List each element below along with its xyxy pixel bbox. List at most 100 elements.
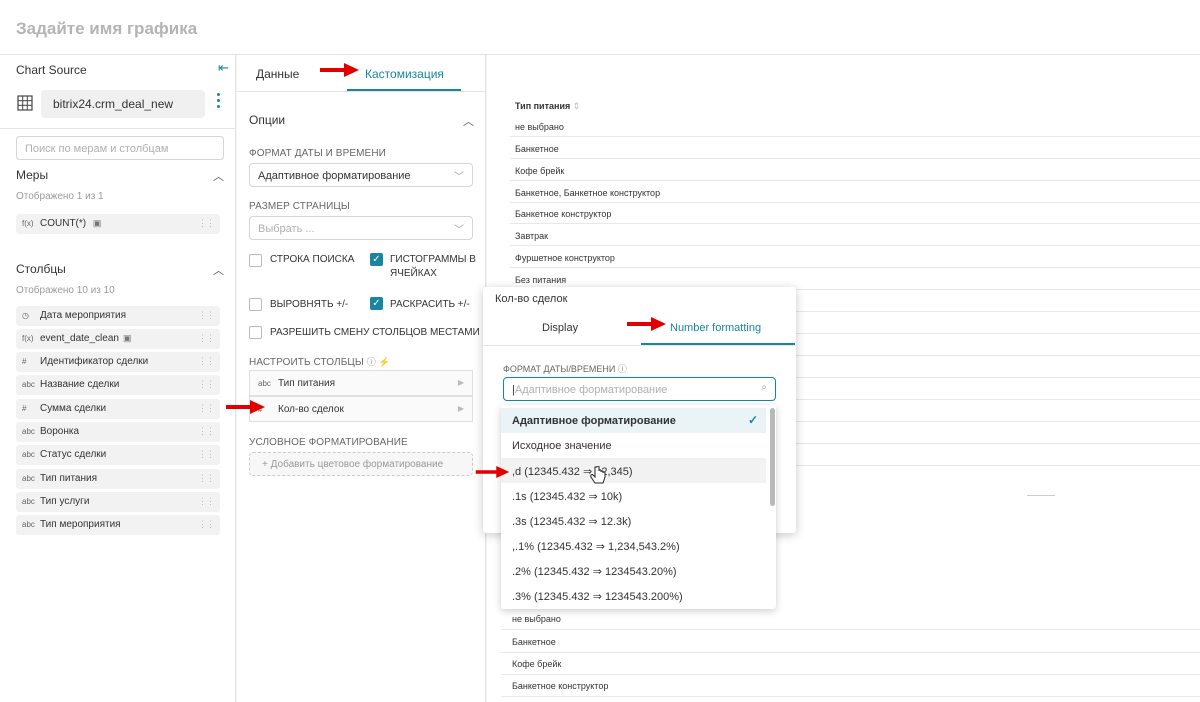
column-header[interactable]: Тип питания ⇕ (515, 101, 580, 112)
format-option[interactable]: ,.1% (12345.432 ⇒ 1,234,543.2%) (501, 533, 766, 558)
search-row-checkbox[interactable] (249, 254, 262, 267)
column-config-item[interactable]: abc Тип питания ▶ (249, 370, 473, 396)
conditional-format-label: УСЛОВНОЕ ФОРМАТИРОВАНИЕ (249, 437, 408, 448)
function-icon: f(x) (22, 219, 34, 228)
column-item[interactable]: abc Тип питания ⋮⋮ (16, 469, 220, 489)
tab-customization[interactable]: Кастомизация (365, 67, 444, 81)
drag-handle-icon[interactable]: ⋮⋮ (198, 218, 215, 229)
chevron-right-icon: ▶ (457, 378, 464, 387)
checkbox-label: РАСКРАСИТЬ +/- (390, 299, 470, 310)
info-icon: ⓘ (366, 357, 376, 367)
format-option[interactable]: .3s (12345.432 ⇒ 12.3k) (501, 508, 766, 533)
text-icon: abc (22, 427, 35, 436)
options-title: Опции (249, 113, 286, 127)
table-row: Банкетное конструктор (510, 203, 1200, 224)
format-option[interactable]: Адаптивное форматирование ✓ (501, 408, 766, 433)
clock-icon: ◷ (22, 311, 29, 320)
reorder-columns-checkbox[interactable] (249, 326, 262, 339)
tab-data[interactable]: Данные (256, 67, 299, 81)
collapse-panel-icon[interactable]: ⇤ (218, 60, 229, 76)
format-option[interactable]: .1s (12345.432 ⇒ 10k) (501, 483, 766, 508)
drag-handle-icon[interactable]: ⋮⋮ (198, 496, 215, 507)
columns-config-label: НАСТРОИТЬ СТОЛБЦЫ ⓘ ⚡ (249, 357, 391, 368)
column-item[interactable]: abc Тип мероприятия ⋮⋮ (16, 515, 220, 535)
chart-name-input[interactable]: Задайте имя графика (16, 19, 197, 39)
drag-handle-icon[interactable]: ⋮⋮ (198, 379, 215, 390)
drag-handle-icon[interactable]: ⋮⋮ (198, 449, 215, 460)
cell-bars-checkbox[interactable]: ✓ (370, 253, 383, 266)
column-item[interactable]: # Идентификатор сделки ⋮⋮ (16, 352, 220, 372)
column-item[interactable]: f(x) event_date_clean ▣ ⋮⋮ (16, 329, 220, 349)
date-format-select[interactable]: Адаптивное форматирование ﹀ (249, 163, 473, 187)
page-size-select[interactable]: Выбрать ... ﹀ (249, 216, 473, 240)
drag-handle-icon[interactable]: ⋮⋮ (198, 403, 215, 414)
format-option[interactable]: .3% (12345.432 ⇒ 1234543.200%) (501, 583, 766, 608)
format-search-input[interactable]: |Адаптивное форматирование ⌕ (503, 377, 776, 401)
customization-panel: Данные Кастомизация Опции ︿ ФОРМАТ ДАТЫ … (237, 55, 486, 702)
scrollbar[interactable] (770, 408, 775, 506)
resize-handle[interactable] (1027, 495, 1055, 496)
chevron-up-icon[interactable]: ︿ (213, 168, 224, 184)
text-icon: abc (258, 379, 271, 388)
colorize-checkbox[interactable]: ✓ (370, 297, 383, 310)
text-icon: abc (22, 520, 35, 529)
table-row: Банкетное (510, 138, 1200, 159)
format-option[interactable]: .2% (12345.432 ⇒ 1234543.20%) (501, 558, 766, 583)
date-format-label: ФОРМАТ ДАТЫ И ВРЕМЕНИ (249, 148, 386, 159)
column-config-item[interactable]: # Кол-во сделок ▶ (249, 396, 473, 422)
datasource-name[interactable]: bitrix24.crm_deal_new (41, 90, 205, 118)
checkbox-label: РАЗРЕШИТЬ СМЕНУ СТОЛБЦОВ МЕСТАМИ (270, 327, 480, 338)
chevron-down-icon: ﹀ (454, 172, 464, 183)
columns-subtitle: Отображено 10 из 10 (16, 285, 115, 296)
tab-number-formatting[interactable]: Number formatting (670, 322, 761, 334)
checkbox-label: СТРОКА ПОИСКА (270, 254, 355, 265)
add-color-format-button[interactable]: + Добавить цветовое форматирование (249, 452, 473, 476)
info-icon: ⓘ (617, 364, 627, 374)
drag-handle-icon[interactable]: ⋮⋮ (198, 473, 215, 484)
column-item[interactable]: abc Статус сделки ⋮⋮ (16, 445, 220, 465)
table-row: не выбрано (510, 116, 1200, 137)
checkbox-label: ГИСТОГРАММЫ В ЯЧЕЙКАХ (390, 254, 476, 279)
column-item[interactable]: abc Тип услуги ⋮⋮ (16, 492, 220, 512)
table-row: Фуршетное конструктор (510, 247, 1200, 268)
table-row: Завтрак (510, 225, 1200, 246)
align-checkbox[interactable] (249, 298, 262, 311)
measures-subtitle: Отображено 1 из 1 (16, 191, 104, 202)
annotation-arrow-icon (226, 400, 265, 414)
drag-handle-icon[interactable]: ⋮⋮ (198, 426, 215, 437)
drag-handle-icon[interactable]: ⋮⋮ (198, 310, 215, 321)
checkbox-label: ВЫРОВНЯТЬ +/- (270, 299, 349, 310)
sort-icon: ⇕ (572, 101, 581, 111)
drag-handle-icon[interactable]: ⋮⋮ (198, 356, 215, 367)
column-item[interactable]: # Сумма сделки ⋮⋮ (16, 399, 220, 419)
tab-display[interactable]: Display (542, 322, 578, 334)
text-icon: abc (22, 474, 35, 483)
measures-title: Меры (16, 168, 49, 182)
text-icon: abc (22, 380, 35, 389)
more-options-icon[interactable] (216, 93, 222, 113)
chart-source-panel: Chart Source ⇤ bitrix24.crm_deal_new Пои… (0, 55, 236, 702)
search-input[interactable]: Поиск по мерам и столбцам (16, 136, 224, 160)
column-item[interactable]: abc Воронка ⋮⋮ (16, 422, 220, 442)
drag-handle-icon[interactable]: ⋮⋮ (198, 333, 215, 344)
drag-handle-icon[interactable]: ⋮⋮ (198, 519, 215, 530)
column-item[interactable]: abc Название сделки ⋮⋮ (16, 375, 220, 395)
function-icon: f(x) (22, 334, 34, 343)
column-item[interactable]: ◷ Дата мероприятия ⋮⋮ (16, 306, 220, 326)
search-icon: ⌕ (761, 382, 767, 393)
table-row: Кофе брейк (510, 160, 1200, 181)
columns-title: Столбцы (16, 262, 66, 276)
annotation-arrow-icon (475, 466, 510, 478)
annotation-arrow-icon (627, 317, 666, 331)
divider (0, 128, 236, 129)
divider (237, 91, 486, 92)
measure-item[interactable]: f(x) COUNT(*) ▣ ⋮⋮ (16, 214, 220, 234)
top-bar: Задайте имя графика (0, 0, 1200, 55)
text-icon: abc (22, 450, 35, 459)
chart-source-title: Chart Source (16, 63, 87, 77)
chevron-up-icon[interactable]: ︿ (213, 262, 224, 278)
check-icon: ✓ (747, 413, 758, 427)
chevron-up-icon[interactable]: ︿ (463, 113, 474, 129)
format-option[interactable]: Исходное значение (501, 433, 766, 458)
format-option[interactable]: ,d (12345.432 ⇒ 12,345) (501, 458, 766, 483)
